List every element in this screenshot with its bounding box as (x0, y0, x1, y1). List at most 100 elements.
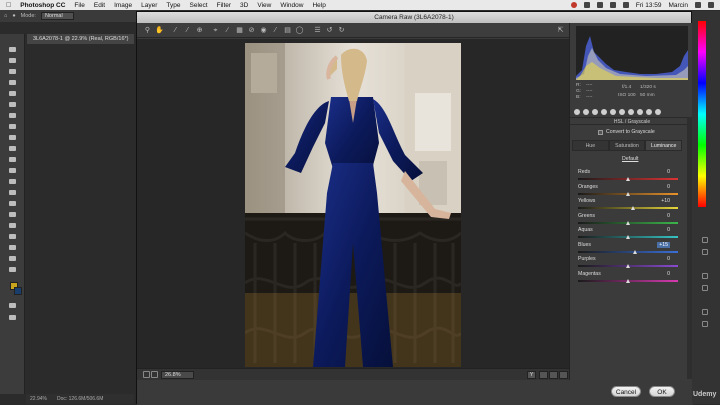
gradient-tool-icon[interactable] (8, 167, 17, 174)
mode-select[interactable]: Normal (40, 12, 74, 20)
crop-tool-icon[interactable]: ⌖ (211, 27, 220, 35)
eraser-tool-icon[interactable] (8, 156, 17, 163)
slider-value[interactable]: 0 (658, 256, 670, 262)
camera-calibration-panel-icon[interactable] (637, 108, 643, 115)
straighten-tool-icon[interactable]: ∕ (223, 27, 232, 35)
history-panel-icon[interactable] (702, 237, 708, 243)
menu-filter[interactable]: Filter (217, 2, 231, 9)
more-tools-icon[interactable] (8, 266, 17, 273)
menu-type[interactable]: Type (166, 2, 180, 9)
menu-help[interactable]: Help (312, 2, 325, 9)
slider-track[interactable] (578, 250, 678, 253)
slider-thumb[interactable] (625, 220, 630, 225)
hsl-panel-icon[interactable] (601, 108, 607, 115)
transform-tool-icon[interactable]: ▦ (235, 27, 244, 35)
slider-aquas[interactable]: Aquas 0 (578, 227, 680, 241)
menu-select[interactable]: Select (190, 2, 208, 9)
zoom-out-button[interactable] (143, 371, 150, 378)
zoom-level-select[interactable]: 26.8% (161, 371, 194, 379)
paths-panel-icon[interactable] (702, 309, 708, 315)
tab-saturation[interactable]: Saturation (608, 140, 646, 151)
targeted-adjustment-tool-icon[interactable]: ⊕ (195, 27, 204, 35)
photo-preview[interactable] (245, 43, 461, 367)
image-preview[interactable] (137, 39, 569, 379)
slider-value[interactable]: 0 (658, 271, 670, 277)
tab-luminance[interactable]: Luminance (645, 140, 683, 151)
slider-thumb[interactable] (625, 235, 630, 239)
slider-value[interactable]: 0 (658, 213, 670, 219)
menu-3d[interactable]: 3D (240, 2, 248, 9)
document-tab[interactable]: 3L6A2078-1 @ 22.9% (Real, RGB/16*) (27, 34, 134, 44)
presets-panel-icon[interactable] (646, 108, 652, 115)
wifi-status-icon[interactable] (596, 2, 603, 8)
before-after-button[interactable] (539, 371, 548, 379)
slider-yellows[interactable]: Yellows +10 (578, 198, 680, 212)
slider-purples[interactable]: Purples 0 (578, 256, 680, 270)
detail-panel-icon[interactable] (592, 108, 598, 115)
eyedropper-tool-icon[interactable] (8, 101, 17, 108)
zoom-tool-icon[interactable] (8, 255, 17, 262)
slider-value[interactable]: 0 (658, 227, 670, 233)
menu-app-name[interactable]: Photoshop CC (20, 2, 65, 9)
home-icon[interactable]: ⌂ (4, 13, 7, 19)
screen-mode-icon[interactable] (8, 314, 17, 321)
healing-brush-tool-icon[interactable] (8, 112, 17, 119)
clone-stamp-tool-icon[interactable] (8, 134, 17, 141)
slider-thumb[interactable] (625, 278, 630, 283)
clock[interactable]: Fri 13:59 (636, 2, 662, 9)
lasso-tool-icon[interactable] (8, 68, 17, 75)
color-spectrum[interactable] (698, 21, 706, 207)
brush-tool-icon[interactable] (8, 123, 17, 130)
slider-track[interactable] (578, 207, 678, 209)
apple-menu-icon[interactable]:  (6, 2, 11, 9)
dropbox-status-icon[interactable] (583, 2, 590, 8)
rectangle-tool-icon[interactable] (8, 233, 17, 240)
adjustments-panel-icon[interactable] (702, 321, 708, 327)
slider-reds[interactable]: Reds 0 (578, 169, 680, 183)
split-toning-panel-icon[interactable] (610, 108, 616, 115)
menu-image[interactable]: Image (114, 2, 132, 9)
ok-button[interactable]: OK (649, 386, 675, 397)
basic-panel-icon[interactable] (574, 108, 580, 115)
rotate-left-icon[interactable]: ↺ (325, 27, 334, 35)
layers-panel-icon[interactable] (702, 273, 708, 279)
snapshots-panel-icon[interactable] (655, 108, 661, 115)
swap-settings-button[interactable] (549, 371, 558, 379)
notification-center-icon[interactable] (708, 2, 714, 8)
slider-thumb[interactable] (625, 177, 630, 181)
ps-zoom-readout[interactable]: 22.94% (30, 394, 47, 404)
spot-removal-tool-icon[interactable]: ⊘ (247, 27, 256, 35)
pen-tool-icon[interactable] (8, 200, 17, 207)
slider-magentas[interactable]: Magentas 0 (578, 271, 680, 285)
white-balance-tool-icon[interactable]: ⁄ (171, 27, 180, 35)
preview-toggle-button[interactable] (559, 371, 568, 379)
slider-oranges[interactable]: Oranges 0 (578, 184, 680, 198)
marquee-tool-icon[interactable] (8, 57, 17, 64)
lens-corrections-panel-icon[interactable] (619, 108, 625, 115)
crop-tool-icon[interactable] (8, 90, 17, 97)
adjustment-brush-icon[interactable]: ⁄ (271, 27, 280, 35)
slider-value[interactable]: +10 (658, 198, 670, 204)
slider-thumb[interactable] (625, 264, 630, 268)
red-eye-tool-icon[interactable]: ◉ (259, 27, 268, 35)
slider-blues[interactable]: Blues +15 (578, 241, 680, 256)
blur-tool-icon[interactable] (8, 178, 17, 185)
preferences-icon[interactable]: ☰ (313, 27, 322, 35)
effects-panel-icon[interactable] (628, 108, 634, 115)
slider-thumb[interactable] (625, 191, 630, 196)
menu-file[interactable]: File (74, 2, 84, 9)
brush-preset-icon[interactable]: ● (12, 13, 15, 19)
slider-value[interactable]: +15 (657, 241, 670, 248)
volume-status-icon[interactable] (609, 2, 616, 8)
menu-edit[interactable]: Edit (94, 2, 105, 9)
user-name[interactable]: Marcin (668, 2, 688, 9)
slider-greens[interactable]: Greens 0 (578, 213, 680, 227)
graduated-filter-icon[interactable]: ▤ (283, 27, 292, 35)
history-brush-tool-icon[interactable] (8, 145, 17, 152)
view-mode-y-button[interactable]: Y (527, 371, 536, 379)
slider-thumb[interactable] (630, 206, 635, 210)
default-link[interactable]: Default (622, 156, 638, 162)
cancel-button[interactable]: Cancel (611, 386, 641, 397)
slider-value[interactable]: 0 (658, 169, 670, 175)
zoom-tool-icon[interactable]: ⚲ (143, 27, 152, 35)
